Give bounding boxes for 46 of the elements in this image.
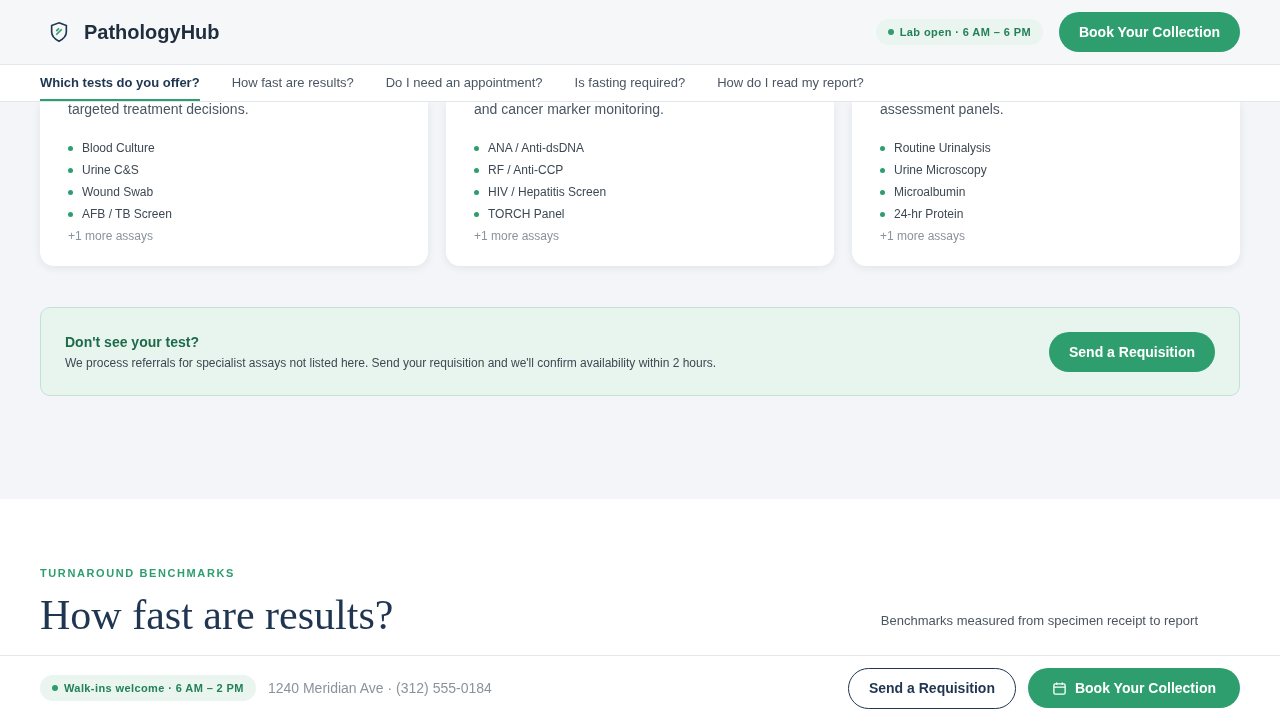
card-description: targeted treatment decisions.: [68, 102, 250, 116]
bullet-icon: [68, 167, 73, 173]
test-name: Blood Culture: [82, 140, 155, 156]
section-intro: Benchmarks measured from specimen receipt to report: [880, 613, 1198, 630]
more-assays-text: +1 more assays: [880, 228, 967, 244]
shield-logo-icon: [48, 21, 70, 43]
card-description: assessment panels.: [880, 102, 1005, 116]
test-name: Urine C&S: [82, 162, 139, 178]
bullet-icon: [880, 211, 885, 217]
nav-tab[interactable]: How fast are results?: [231, 65, 354, 101]
test-name: 24-hr Protein: [894, 206, 964, 222]
calendar-icon: [1051, 680, 1067, 696]
nav-tab[interactable]: How do I read my report?: [717, 65, 864, 101]
test-name: TORCH Panel: [488, 206, 565, 222]
bullet-icon: [474, 167, 479, 173]
bullet-icon: [68, 189, 73, 195]
test-name: RF / Anti-CCP: [488, 162, 564, 178]
test-name: ANA / Anti-dsDNA: [488, 140, 585, 156]
bullet-icon: [68, 145, 73, 151]
walk-in-badge: Walk-ins welcome · 6 AM – 2 PM: [40, 675, 256, 701]
bullet-icon: [880, 167, 885, 173]
test-name: Routine Urinalysis: [894, 140, 991, 156]
card-description: and cancer marker monitoring.: [474, 102, 665, 116]
test-name: Wound Swab: [82, 184, 154, 200]
bullet-icon: [68, 211, 73, 217]
more-assays-text: +1 more assays: [68, 228, 155, 244]
brand-name: PathologyHub: [84, 20, 220, 44]
nav-tab[interactable]: Do I need an appointment?: [385, 65, 543, 101]
banner-text: We process referrals for specialist assays not listed here. Send your requisition and we'll confirm availability within 2 hours.: [65, 355, 717, 370]
contact-text: 1240 Meridian Ave · (312) 555-0184: [267, 680, 492, 696]
section-heading: How fast are results?: [40, 591, 394, 639]
bullet-icon: [474, 211, 479, 217]
bullet-icon: [880, 189, 885, 195]
lab-status-badge: Lab open · 6 AM – 6 PM: [875, 19, 1043, 45]
send-requisition-button[interactable]: Send a Requisition: [847, 667, 1016, 709]
test-name: Microalbumin: [894, 184, 966, 200]
banner-title: Don't see your test?: [65, 333, 201, 350]
more-assays-text: +1 more assays: [474, 228, 561, 244]
test-name: AFB / TB Screen: [82, 206, 172, 222]
bullet-icon: [474, 189, 479, 195]
bullet-icon: [474, 145, 479, 151]
test-name: Urine Microscopy: [894, 162, 987, 178]
section-eyebrow: TURNAROUND BENCHMARKS: [40, 567, 236, 579]
test-name: HIV / Hepatitis Screen: [488, 184, 607, 200]
bullet-icon: [880, 145, 885, 151]
nav-tab[interactable]: Is fasting required?: [574, 65, 686, 101]
